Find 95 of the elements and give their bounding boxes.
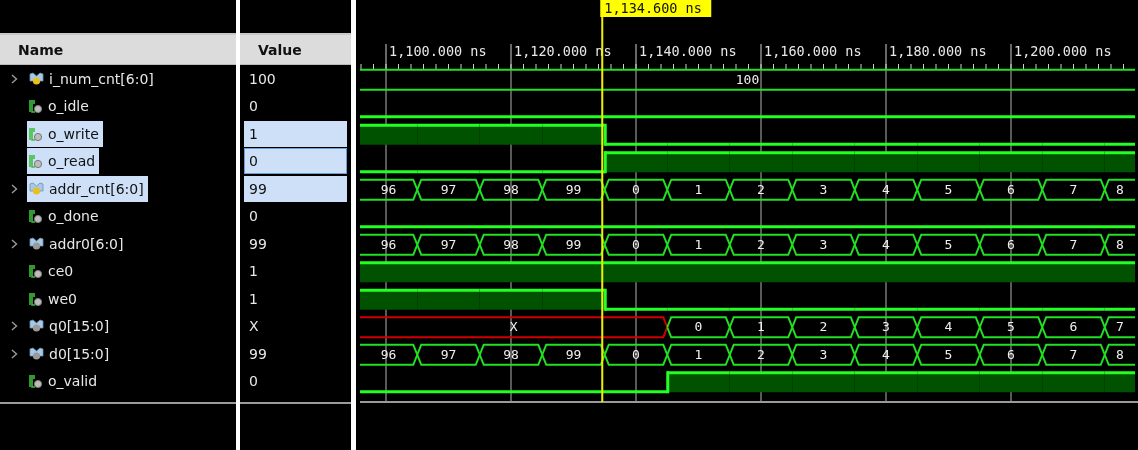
chevron-right-icon[interactable] — [11, 183, 18, 194]
signal-value: 1 — [244, 120, 347, 147]
bus-segment: 8 — [1103, 233, 1136, 256]
time-label: 1,180.000 ns — [889, 43, 987, 59]
bus-segment: 2 — [728, 233, 794, 256]
bus-segment: 3 — [791, 343, 856, 366]
bus-segment: 96 — [359, 343, 419, 366]
bus-segment: 1 — [728, 316, 794, 339]
bus-segment: 0 — [603, 178, 669, 201]
bus-segment: 5 — [916, 178, 981, 201]
bus-signal-icon — [29, 236, 44, 251]
signal-value: 0 — [248, 97, 259, 117]
bit-signal-icon — [29, 290, 43, 307]
bus-segment: 3 — [791, 178, 856, 201]
bus-segment: 6 — [978, 343, 1044, 366]
bit-signal-icon — [29, 153, 43, 170]
signal-value: 0 — [248, 207, 259, 227]
signal-name[interactable]: d0[15:0] — [49, 345, 110, 362]
bus-signal-icon — [29, 319, 44, 334]
bus-segment: 0 — [603, 233, 669, 256]
cursor-time-label: 1,134.600 ns — [600, 0, 712, 17]
bus-segment: 5 — [916, 233, 981, 256]
bus-segment: 99 — [541, 343, 606, 366]
signal-name[interactable]: o_idle — [48, 98, 89, 115]
bus-segment: 0 — [666, 316, 731, 339]
bus-signal-icon — [29, 346, 44, 361]
bus-segment: 99 — [541, 178, 606, 201]
chevron-right-icon[interactable] — [11, 348, 18, 359]
column-header[interactable]: Value — [240, 33, 351, 65]
bit-signal-icon — [29, 208, 43, 225]
bus-segment: 4 — [853, 178, 919, 201]
bus-segment: 6 — [978, 233, 1044, 256]
bus-segment: 1 — [666, 178, 731, 201]
bus-segment: 98 — [478, 233, 544, 256]
bus-signal-icon — [29, 181, 44, 196]
bus-segment: 5 — [916, 343, 981, 366]
chevron-right-icon[interactable] — [11, 73, 18, 84]
bus-segment: 7 — [1041, 343, 1106, 366]
bus-segment: 6 — [978, 178, 1044, 201]
bus-segment: 8 — [1103, 178, 1136, 201]
bus-segment: 4 — [853, 233, 919, 256]
bus-segment: 100 — [359, 68, 1136, 91]
bus-segment: 7 — [1041, 233, 1106, 256]
bus-segment: 1 — [666, 233, 731, 256]
signal-name[interactable]: o_valid — [48, 373, 98, 390]
bus-segment: 2 — [791, 316, 856, 339]
signal-value: 99 — [248, 344, 268, 364]
signal-value: 1 — [248, 262, 259, 282]
bus-segment: 7 — [1041, 178, 1106, 201]
column-header[interactable]: Name — [0, 33, 236, 65]
time-label: 1,200.000 ns — [1014, 43, 1112, 59]
signal-value: 1 — [248, 289, 259, 309]
bus-segment: 97 — [416, 233, 481, 256]
time-label: 1,160.000 ns — [764, 43, 862, 59]
bus-signal-icon — [29, 71, 44, 86]
bus-segment: 99 — [541, 233, 606, 256]
bus-segment: X — [359, 316, 669, 339]
bit-signal-icon — [29, 263, 43, 280]
bus-segment: 97 — [416, 178, 481, 201]
time-label: 1,140.000 ns — [639, 43, 737, 59]
signal-value: 99 — [244, 175, 347, 202]
bit-signal-icon — [29, 125, 43, 142]
signal-name[interactable]: i_num_cnt[6:0] — [49, 70, 154, 87]
bus-segment: 2 — [728, 178, 794, 201]
bus-segment: 2 — [728, 343, 794, 366]
bus-segment: 3 — [791, 233, 856, 256]
bus-segment: 8 — [1103, 343, 1136, 366]
chevron-right-icon[interactable] — [11, 238, 18, 249]
bus-segment: 4 — [916, 316, 981, 339]
bus-segment: 96 — [359, 233, 419, 256]
signal-name[interactable]: o_done — [48, 208, 99, 225]
bus-segment: 97 — [416, 343, 481, 366]
signal-name[interactable]: addr0[6:0] — [49, 235, 124, 252]
bus-segment: 4 — [853, 343, 919, 366]
time-label: 1,100.000 ns — [389, 43, 487, 59]
signal-name[interactable]: we0 — [48, 290, 77, 307]
bit-signal-icon — [29, 373, 43, 390]
bus-segment: 98 — [478, 178, 544, 201]
signal-value: X — [248, 317, 260, 337]
bus-segment: 3 — [853, 316, 919, 339]
bus-segment: 1 — [666, 343, 731, 366]
signal-value: 99 — [248, 234, 268, 254]
bus-segment: 7 — [1103, 316, 1136, 339]
bus-segment: 0 — [603, 343, 669, 366]
bus-segment: 6 — [1041, 316, 1106, 339]
bus-segment: 98 — [478, 343, 544, 366]
signal-value: 0 — [244, 148, 347, 175]
bus-segment: 5 — [978, 316, 1044, 339]
signal-name[interactable]: q0[15:0] — [49, 318, 110, 335]
bit-signal-icon — [29, 98, 43, 115]
bus-segment: 96 — [359, 178, 419, 201]
signal-value: 100 — [248, 69, 277, 89]
signal-value: 0 — [248, 372, 259, 392]
signal-name[interactable]: ce0 — [48, 263, 74, 280]
chevron-right-icon[interactable] — [11, 321, 18, 332]
